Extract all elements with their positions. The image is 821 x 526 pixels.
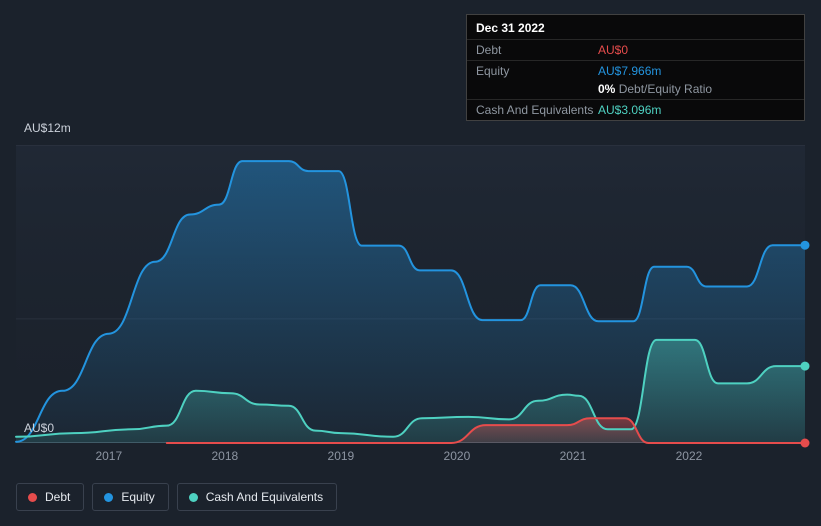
x-tick-label: 2020	[443, 449, 471, 463]
cash-series-dot-icon	[188, 492, 198, 502]
tooltip-ratio: 0% Debt/Equity Ratio	[598, 81, 712, 97]
tooltip-date: Dec 31 2022	[476, 21, 545, 35]
debt-equity-history-chart: Dec 31 2022 Debt AU$0 Equity AU$7.966m 0…	[0, 0, 821, 526]
debt-series-dot-icon	[28, 492, 37, 502]
tooltip-cash-value: AU$3.096m	[598, 103, 662, 117]
tooltip-debt-label: Debt	[476, 43, 502, 57]
x-axis: 2017 2018 2019 2020 2021 2022	[16, 449, 805, 464]
legend-item[interactable]: Debt	[16, 483, 85, 511]
x-tick-label: 2022	[675, 449, 703, 463]
x-tick-label: 2017	[95, 449, 123, 463]
tooltip-ratio-label: Debt/Equity Ratio	[618, 82, 713, 96]
legend-item-label: Debt	[45, 490, 71, 504]
x-tick-label: 2021	[559, 449, 587, 463]
x-tick-label: 2019	[327, 449, 355, 463]
chart-plot-area[interactable]	[15, 145, 810, 448]
tooltip-cash-label: Cash And Equivalents	[476, 103, 594, 117]
legend-item-label: Equity	[121, 490, 155, 504]
tooltip-debt-value: AU$0	[598, 43, 629, 57]
tooltip-equity-value: AU$7.966m	[598, 64, 662, 78]
equity-endpoint-dot	[800, 240, 810, 250]
equity-series-dot-icon	[104, 492, 114, 502]
chart-legend: Debt Equity Cash And Equivalents	[16, 483, 338, 511]
debt-endpoint-dot	[800, 438, 810, 448]
legend-item-label: Cash And Equivalents	[205, 490, 324, 504]
tooltip-ratio-spacer	[467, 81, 598, 97]
tooltip-equity-label: Equity	[476, 64, 510, 78]
legend-item[interactable]: Equity	[92, 483, 169, 511]
x-tick-label: 2018	[211, 449, 239, 463]
tooltip-ratio-value: 0%	[598, 82, 616, 96]
tooltip-row-cash: Cash And Equivalents AU$3.096m	[467, 99, 804, 120]
y-axis-label-min: AU$0	[24, 421, 55, 435]
chart-svg	[15, 145, 810, 448]
cash-and-equivalents-endpoint-dot	[800, 361, 810, 371]
tooltip-row-ratio: 0% Debt/Equity Ratio	[467, 81, 804, 99]
chart-tooltip: Dec 31 2022 Debt AU$0 Equity AU$7.966m 0…	[466, 14, 805, 121]
tooltip-row-equity: Equity AU$7.966m	[467, 60, 804, 81]
legend-item[interactable]: Cash And Equivalents	[176, 483, 338, 511]
y-axis-label-max: AU$12m	[24, 121, 71, 135]
tooltip-row-debt: Debt AU$0	[467, 39, 804, 60]
